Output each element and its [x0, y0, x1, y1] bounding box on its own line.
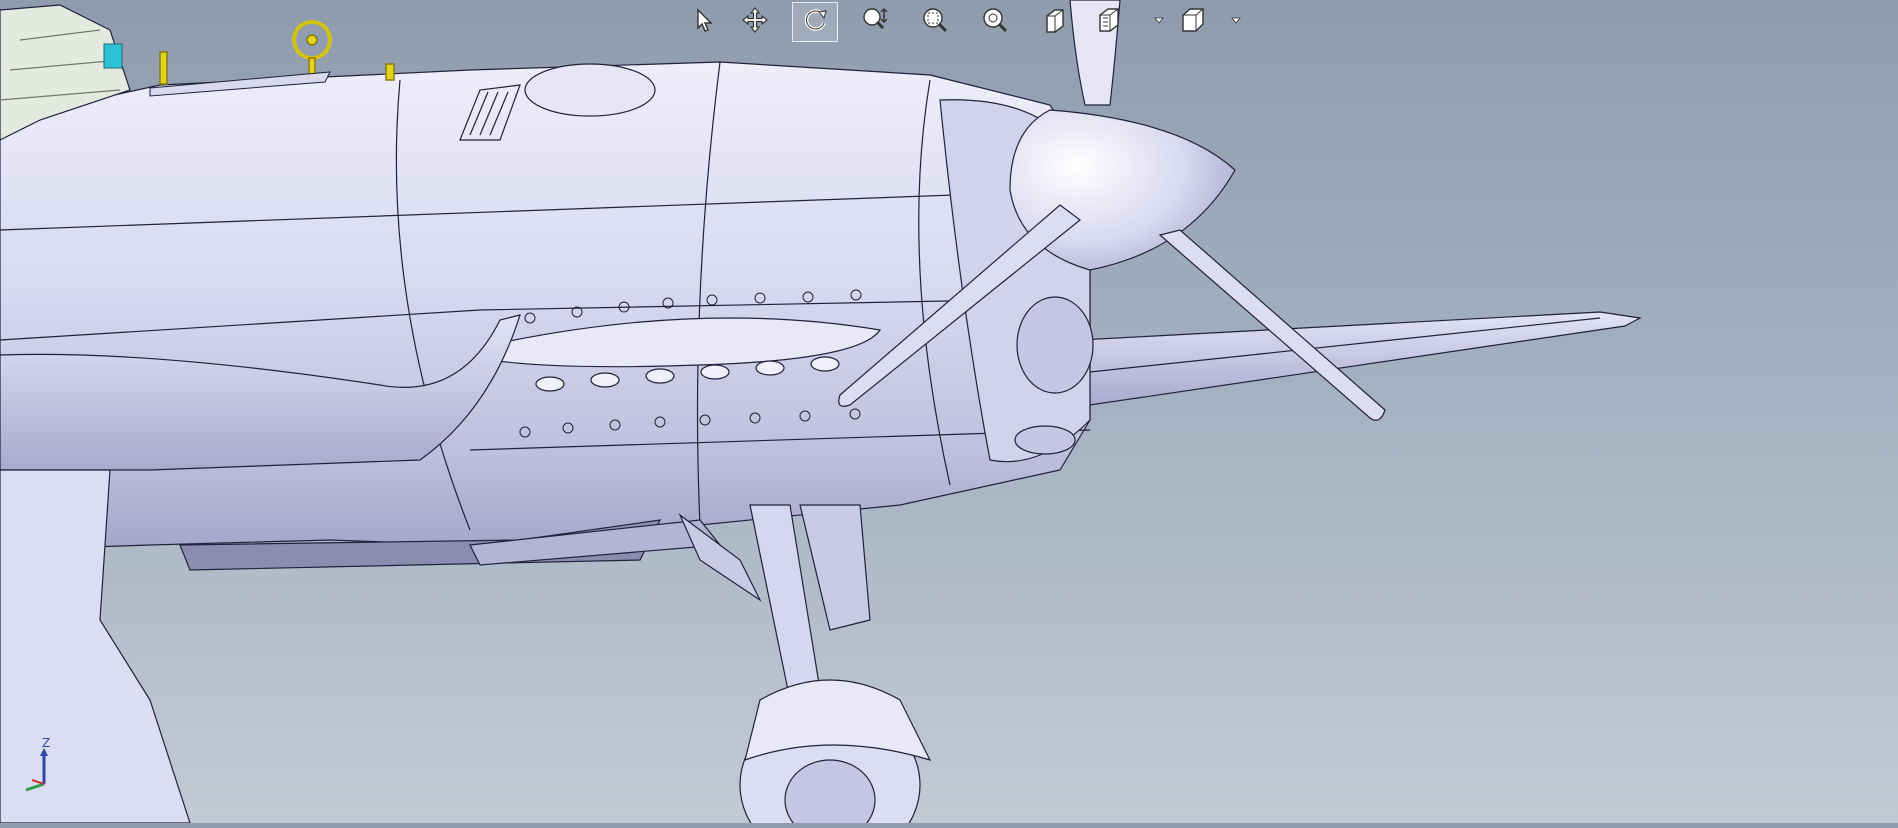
zoom-fit-button[interactable] — [972, 2, 1018, 42]
zoom-window-button[interactable] — [912, 2, 958, 42]
view-orientation-dropdown[interactable] — [1230, 10, 1242, 30]
gunsight — [159, 20, 395, 85]
display-style-button[interactable] — [1086, 2, 1132, 42]
chevron-down-icon — [1153, 17, 1165, 34]
rotate-icon — [801, 6, 829, 39]
rotate-button[interactable] — [792, 2, 838, 42]
zoom-dynamic-button[interactable] — [852, 2, 898, 42]
axis-triad-icon — [25, 748, 48, 792]
aircraft-model[interactable] — [0, 0, 1898, 828]
3d-viewport[interactable] — [0, 0, 1898, 828]
select-button[interactable] — [680, 2, 726, 42]
cowl-bulge — [524, 63, 656, 117]
z-axis-label: Z — [42, 736, 51, 750]
pan-icon — [741, 6, 769, 39]
section-view-icon — [1041, 6, 1069, 39]
view-toolbar — [680, 0, 1242, 44]
zoom-window-icon — [921, 6, 949, 39]
zoom-dynamic-icon — [861, 6, 889, 39]
view-orientation-icon — [1179, 6, 1207, 39]
chevron-down-icon — [1230, 17, 1242, 34]
air-intake — [1016, 296, 1094, 394]
display-style-dropdown[interactable] — [1153, 10, 1165, 30]
view-orientation-button[interactable] — [1170, 2, 1216, 42]
canopy-part — [103, 43, 123, 69]
pan-button[interactable] — [732, 2, 778, 42]
select-icon — [689, 6, 717, 39]
reference-triad: Z — [14, 736, 64, 796]
zoom-fit-icon — [981, 6, 1009, 39]
section-view-button[interactable] — [1032, 2, 1078, 42]
display-style-icon — [1095, 6, 1123, 39]
fuselage — [0, 61, 1091, 551]
